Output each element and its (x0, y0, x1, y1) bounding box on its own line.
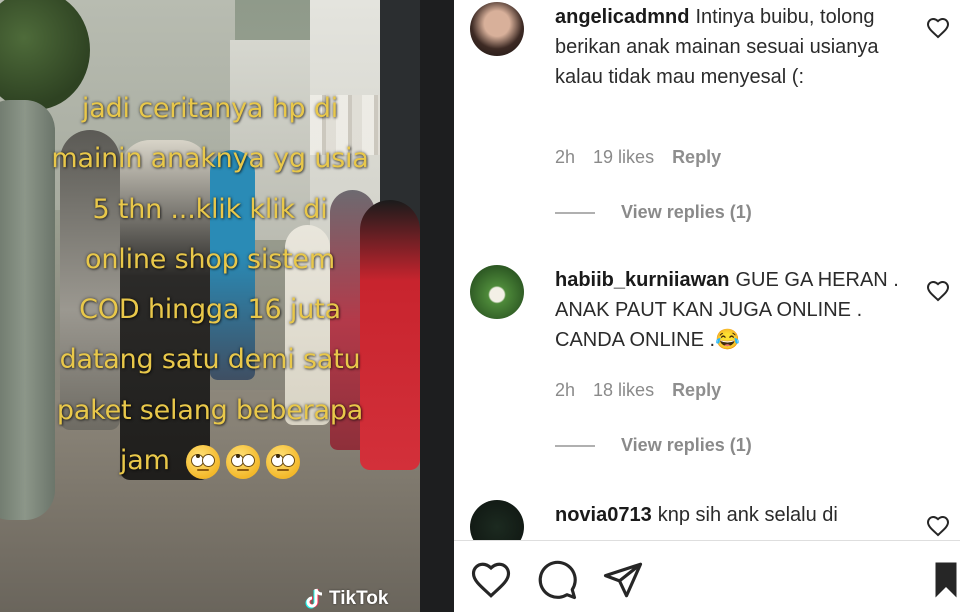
share-send-icon[interactable] (602, 559, 644, 601)
avatar[interactable] (470, 2, 524, 56)
rolling-eyes-emoji-icon (266, 444, 301, 479)
comment-likes[interactable]: 18 likes (593, 380, 654, 401)
comment-username[interactable]: angelicadmnd (555, 6, 689, 28)
tiktok-watermark: TikTok (305, 588, 388, 610)
tiktok-video-frame[interactable]: jadi ceritanya hp di mainin anaknya yg u… (0, 0, 420, 612)
reply-button[interactable]: Reply (672, 380, 721, 401)
caption-line: 5 thn ...klik klik di (92, 193, 328, 225)
caption-line: online shop sistem (85, 243, 335, 275)
rolling-eyes-emoji-group (186, 444, 301, 479)
rolling-eyes-emoji-icon (186, 444, 221, 479)
comment-username[interactable]: habiib_kurniiawan (555, 269, 729, 291)
comment-meta: 2h 19 likes Reply (555, 147, 721, 168)
view-replies-button[interactable]: View replies (1) (555, 202, 752, 223)
like-heart-icon[interactable] (926, 16, 950, 40)
tiktok-logo-icon (305, 588, 323, 609)
caption-line-text: jam (119, 445, 170, 477)
view-replies-label: View replies (1) (621, 435, 752, 455)
view-replies-button[interactable]: View replies (1) (555, 435, 752, 456)
reply-button[interactable]: Reply (672, 147, 721, 168)
caption-line: mainin anaknya yg usia (51, 143, 369, 175)
caption-line: COD hingga 16 juta (79, 294, 341, 326)
bookmark-save-icon[interactable] (932, 559, 960, 601)
comment-time: 2h (555, 147, 576, 167)
comment-bubble-icon[interactable] (536, 559, 578, 601)
like-heart-icon[interactable] (926, 514, 950, 538)
caption-line: datang satu demi satu (59, 344, 361, 376)
avatar[interactable] (470, 265, 524, 319)
caption-line-last: jam (0, 436, 420, 486)
comment-meta: 2h 18 likes Reply (555, 380, 721, 401)
caption-line: jadi ceritanya hp di (81, 93, 339, 124)
comment-text: knp sih ank selalu di (657, 504, 838, 526)
panel-divider (420, 0, 454, 612)
like-heart-icon[interactable] (470, 559, 512, 601)
replies-divider-line (555, 211, 595, 214)
comments-list[interactable]: angelicadmnd Intinya buibu, tolong berika… (454, 0, 960, 540)
comment-body: angelicadmnd Intinya buibu, tolong berika… (555, 2, 895, 92)
comment-likes[interactable]: 19 likes (593, 147, 654, 168)
video-caption-overlay: jadi ceritanya hp di mainin anaknya yg u… (0, 84, 420, 486)
comment-body: habiib_kurniiawan GUE GA HERAN . ANAK PAU… (555, 265, 900, 355)
like-heart-icon[interactable] (926, 279, 950, 303)
tiktok-watermark-text: TikTok (329, 588, 389, 609)
rolling-eyes-emoji-icon (226, 444, 261, 479)
comment-username[interactable]: novia0713 (555, 504, 652, 526)
caption-line: paket selang beberapa (56, 394, 364, 426)
replies-divider-line (555, 444, 595, 447)
comment-time: 2h (555, 380, 576, 400)
view-replies-label: View replies (1) (621, 202, 752, 222)
post-action-bar (454, 540, 960, 613)
comment-body: novia0713 knp sih ank selalu di (555, 500, 895, 530)
avatar[interactable] (470, 500, 524, 540)
